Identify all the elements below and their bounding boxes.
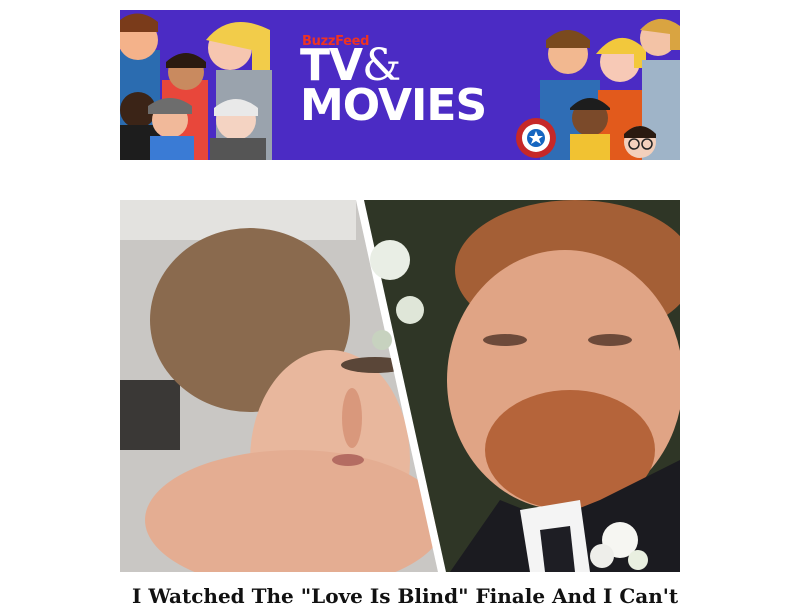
article-hero-image[interactable] bbox=[120, 200, 680, 572]
banner-title: TV& MOVIES bbox=[300, 44, 487, 131]
hero-photo-illustration bbox=[120, 200, 680, 572]
banner-title-movies: MOVIES bbox=[300, 80, 487, 131]
left-characters-illustration bbox=[120, 13, 272, 160]
article-headline[interactable]: I Watched The "Love Is Blind" Finale And… bbox=[132, 583, 678, 609]
right-characters-illustration bbox=[516, 18, 680, 160]
tv-movies-banner[interactable]: BuzzFeed TV& MOVIES bbox=[120, 10, 680, 160]
